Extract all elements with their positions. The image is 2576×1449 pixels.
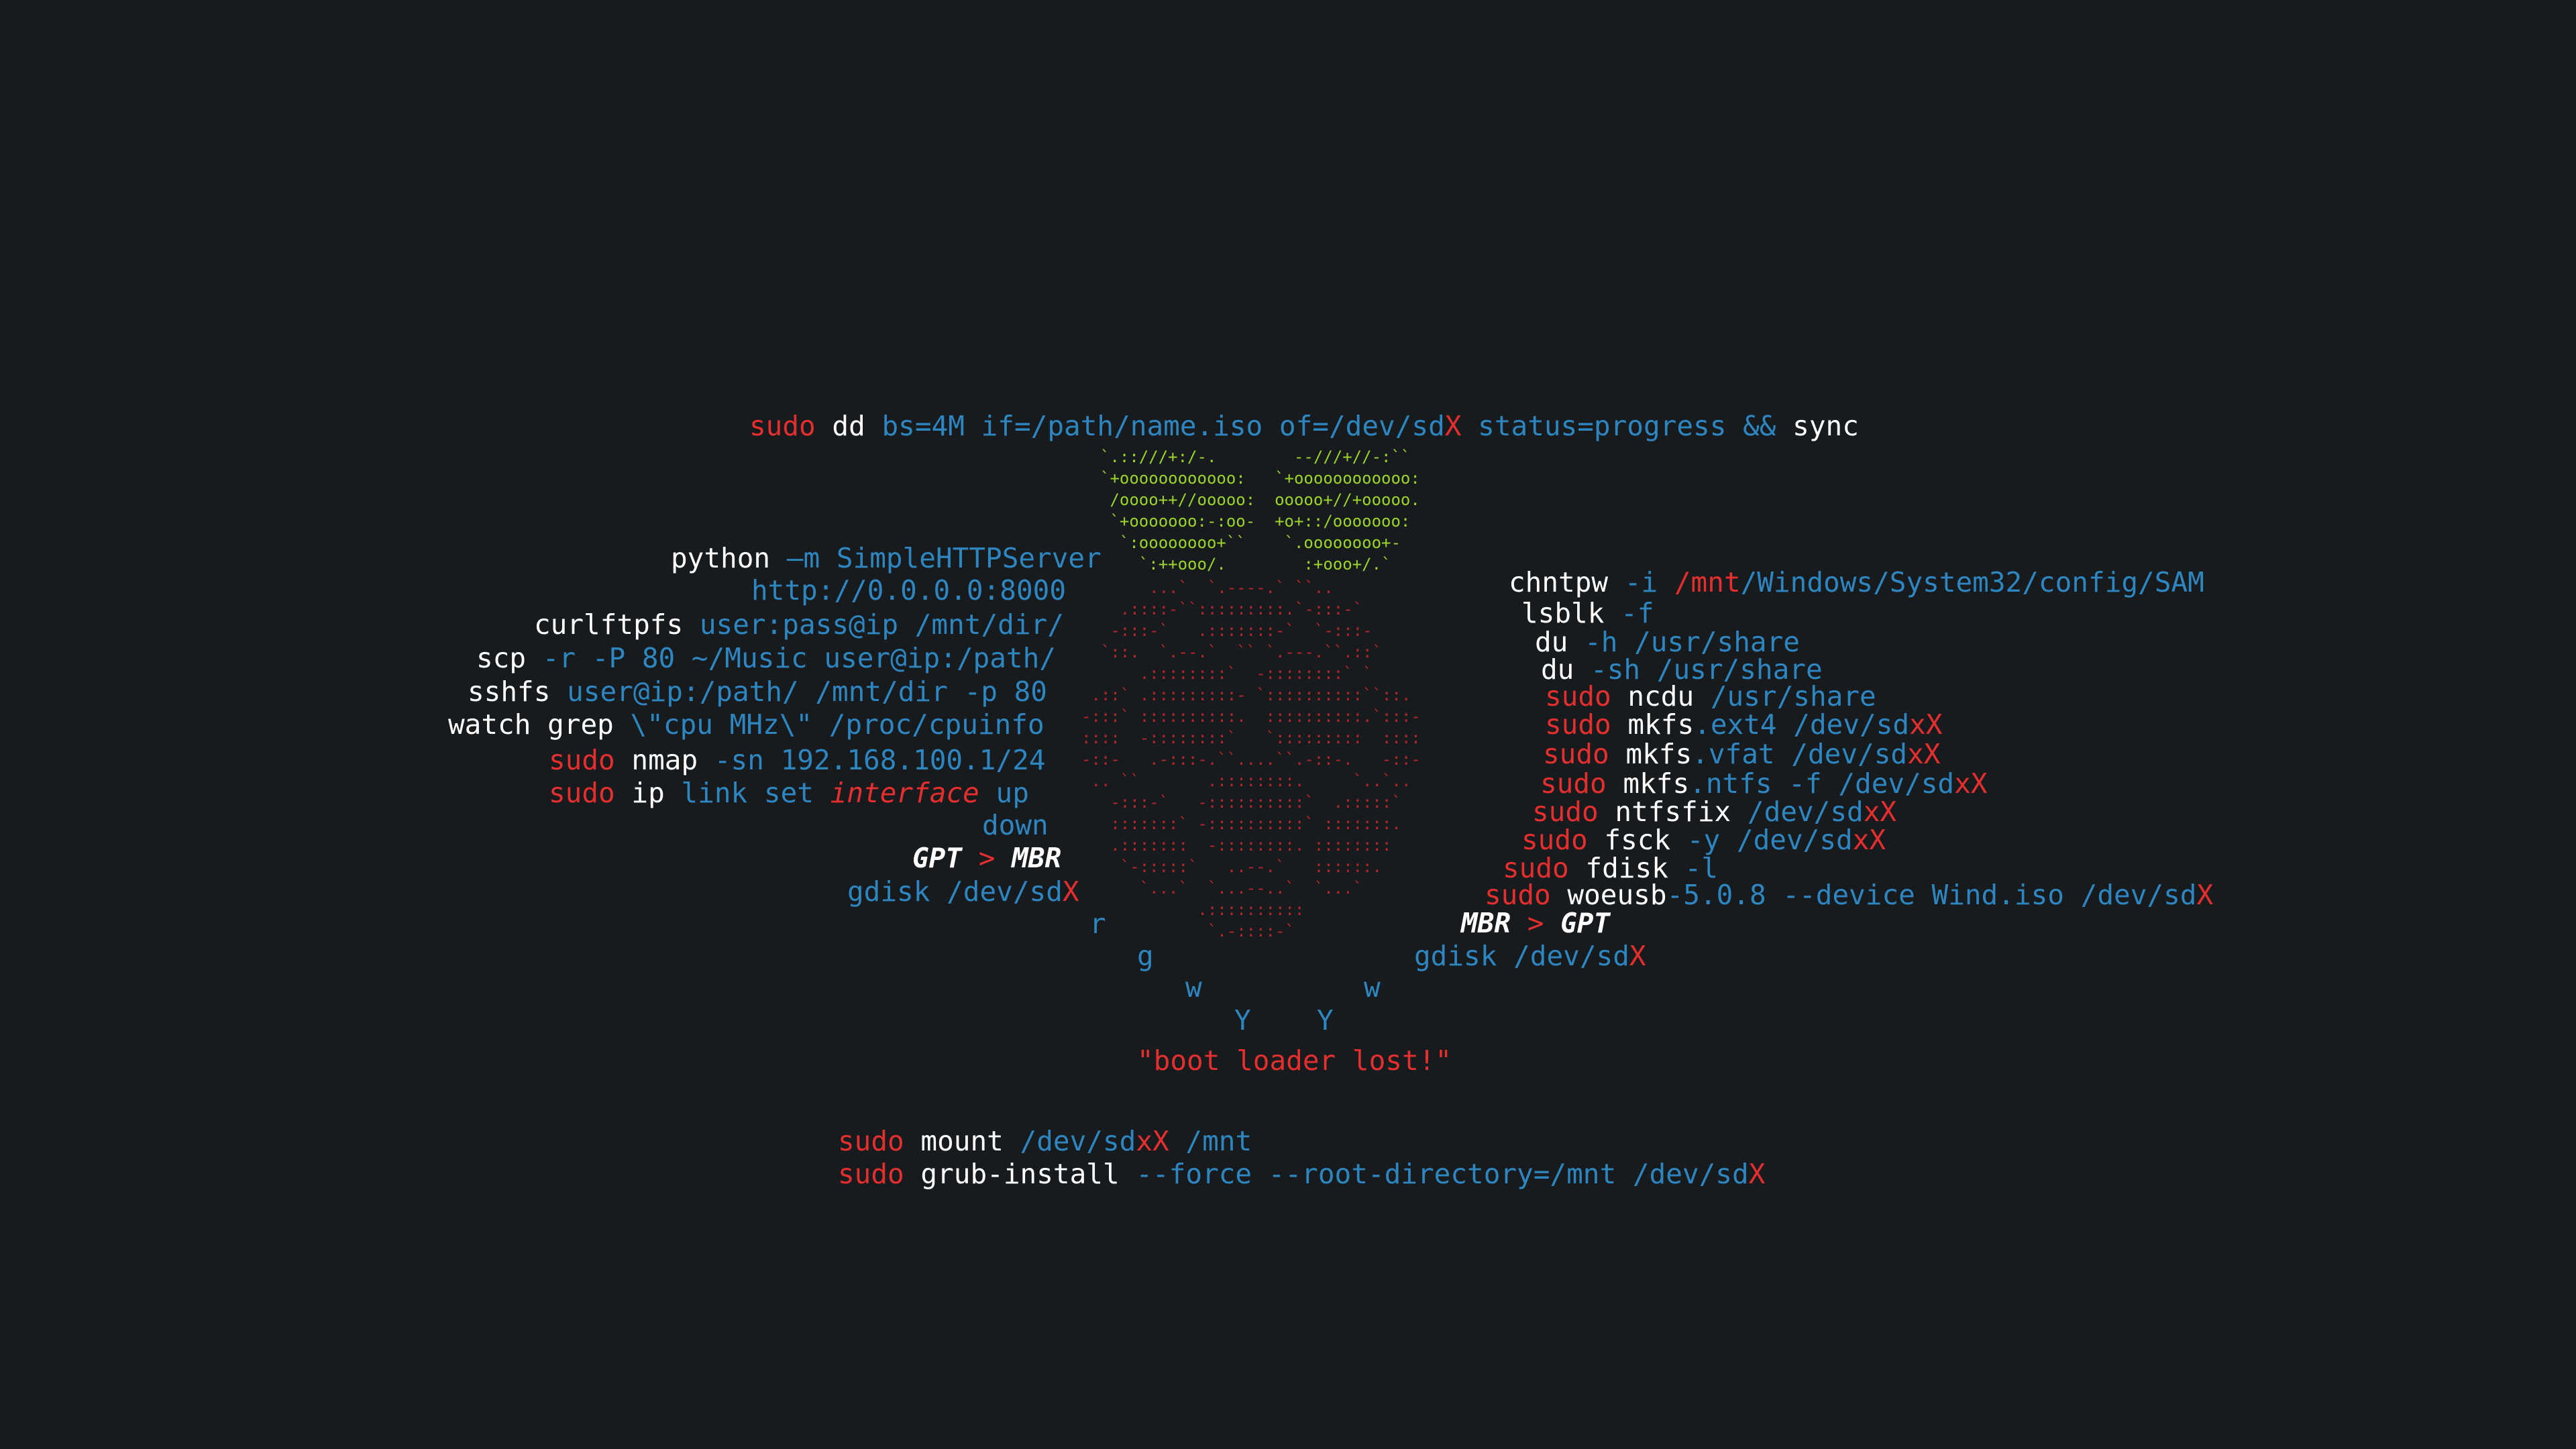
mbr-to-gpt-line: MBR > GPT	[1461, 906, 1610, 940]
command: nmap	[614, 744, 714, 776]
sudo-keyword: sudo	[1545, 708, 1611, 741]
chntpw-command-line: chntpw -i /mnt/Windows/System32/config/S…	[1509, 566, 2204, 599]
arguments: -sn 192.168.100.1/24	[714, 744, 1046, 776]
arguments: link set	[681, 777, 830, 809]
command: grub-install	[904, 1158, 1136, 1190]
http-url-line: http://0.0.0.0:8000	[751, 574, 1066, 606]
device-letter: X	[1444, 410, 1462, 442]
curlftpfs-command-line: curlftpfs user:pass@ip /mnt/dir/	[534, 608, 1064, 641]
device-letter: xX	[1852, 824, 1886, 856]
arguments: user@ip:/path/ /mnt/dir -p 80	[567, 676, 1047, 708]
arguments: -r -P 80 ~/Music user@ip:/path/	[542, 642, 1056, 674]
grub-install-command-line: sudo grub-install --force --root-directo…	[838, 1157, 1765, 1191]
gpt-label: GPT	[1560, 907, 1611, 939]
nmap-command-line: sudo nmap -sn 192.168.100.1/24	[549, 743, 1046, 777]
command: sshfs	[468, 676, 568, 708]
python-command-line: python —m SimpleHTTPServer	[671, 541, 1102, 575]
letter-w-right: w	[1364, 971, 1381, 1004]
device-letter: xX	[1907, 738, 1941, 770]
command: lsblk	[1521, 597, 1621, 629]
command: gdisk /dev/sd	[847, 875, 1063, 908]
arguments: /dev/sd	[1020, 1125, 1136, 1157]
letter-y-left: Y	[1234, 1004, 1251, 1036]
arguments: -i	[1624, 566, 1674, 598]
scp-command-line: scp -r -P 80 ~/Music user@ip:/path/	[476, 641, 1056, 675]
sudo-keyword: sudo	[549, 744, 615, 776]
ip-link-command-line: sudo ip link set interface up	[549, 776, 1029, 810]
device-letter: X	[1629, 940, 1646, 972]
mbr-label: MBR	[1012, 842, 1062, 874]
device-letter: xX	[1954, 767, 1988, 800]
arguments: --force --root-directory=/mnt /dev/sd	[1136, 1158, 1749, 1190]
boot-loader-lost-message: "boot loader lost!"	[1137, 1044, 1452, 1077]
letter-g: g	[1137, 940, 1154, 972]
skull-face-ascii-art: ...` `.----.` ``.. .::::-``:::::::::.`-:…	[1081, 578, 1421, 941]
device-letter: X	[2196, 879, 2214, 911]
gpt-to-mbr-line: GPT > MBR	[912, 841, 1061, 875]
arguments: up	[979, 777, 1029, 809]
letter-y-right: Y	[1317, 1004, 1334, 1036]
arguments: -f	[1621, 597, 1654, 629]
letter-w-left: w	[1185, 971, 1202, 1004]
device-letter: xX	[1136, 1125, 1169, 1157]
device-letter: xX	[1909, 708, 1943, 741]
command: curlftpfs	[534, 608, 700, 641]
sudo-keyword: sudo	[749, 410, 816, 442]
arguments: bs=4M if=/path/name.iso of=/dev/sd	[881, 410, 1445, 442]
arguments: .vfat /dev/sd	[1692, 738, 1908, 770]
mnt-path: /mnt	[1674, 566, 1741, 598]
sshfs-command-line: sshfs user@ip:/path/ /mnt/dir -p 80	[468, 675, 1047, 708]
arguments: .ext4 /dev/sd	[1694, 708, 1910, 741]
arrow-symbol: >	[962, 842, 1012, 874]
command: ip	[614, 777, 682, 809]
command: watch grep	[448, 708, 631, 741]
gdisk-right-line: gdisk /dev/sdX	[1414, 939, 1646, 973]
mount-command-line: sudo mount /dev/sdxX /mnt	[838, 1124, 1252, 1158]
letter-r: r	[1089, 908, 1106, 940]
command: python	[671, 542, 787, 574]
arguments: /mnt	[1169, 1125, 1252, 1157]
gpt-label: GPT	[912, 842, 963, 874]
watch-command-line: watch grep \"cpu MHz\" /proc/cpuinfo	[448, 708, 1044, 741]
sudo-keyword: sudo	[1543, 738, 1609, 770]
skull-eyes-ascii-art: `.::///+:/-. --///+//-:`` `+oooooooooooo…	[1100, 447, 1420, 574]
dd-command-line: sudo dd bs=4M if=/path/name.iso of=/dev/…	[749, 409, 1859, 443]
command: mount	[904, 1125, 1020, 1157]
arguments: /Windows/System32/config/SAM	[1740, 566, 2204, 598]
command: sync	[1792, 410, 1859, 442]
mkfs-vfat-command-line: sudo mkfs.vfat /dev/sdxX	[1543, 737, 1940, 771]
sudo-keyword: sudo	[838, 1158, 904, 1190]
arguments: user:pass@ip /mnt/dir/	[699, 608, 1064, 641]
arguments: -5.0.8 --device Wind.iso /dev/sd	[1666, 879, 2197, 911]
command: mkfs	[1609, 738, 1693, 770]
command: gdisk /dev/sd	[1414, 940, 1629, 972]
command: scp	[476, 642, 543, 674]
down-word: down	[982, 809, 1049, 841]
mbr-label: MBR	[1461, 907, 1511, 939]
arrow-symbol: >	[1511, 907, 1561, 939]
arguments: status=progress &&	[1461, 410, 1793, 442]
device-letter: X	[1062, 875, 1079, 908]
arguments: \"cpu MHz\" /proc/cpuinfo	[630, 708, 1044, 741]
command: mkfs	[1611, 708, 1695, 741]
sudo-keyword: sudo	[549, 777, 615, 809]
gdisk-left-line: gdisk /dev/sdX	[847, 875, 1079, 908]
command: chntpw	[1509, 566, 1625, 598]
device-letter: X	[1748, 1158, 1766, 1190]
command: dd	[815, 410, 882, 442]
arguments: —m SimpleHTTPServer	[786, 542, 1102, 574]
mkfs-ext4-command-line: sudo mkfs.ext4 /dev/sdxX	[1545, 708, 1942, 741]
interface-placeholder: interface	[830, 777, 979, 809]
sudo-keyword: sudo	[838, 1125, 904, 1157]
